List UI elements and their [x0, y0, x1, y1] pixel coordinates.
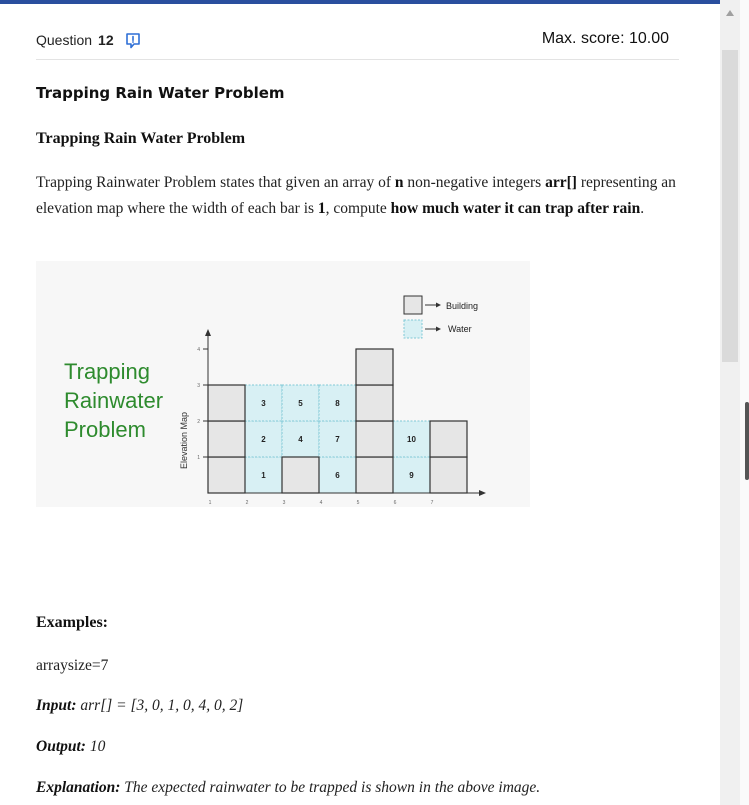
building-cell: [207, 456, 246, 494]
question-label-text: Question: [36, 32, 93, 48]
desc-text-1: Trapping Rainwater Problem states that g…: [36, 174, 395, 191]
question-title: Trapping Rain Water Problem: [36, 84, 285, 102]
problem-heading: Trapping Rain Water Problem: [36, 130, 246, 147]
legend-water-swatch: [403, 319, 423, 339]
water-cell-label: 4: [298, 435, 303, 444]
y-tick-label: 1: [197, 455, 200, 461]
building-cell: [429, 420, 468, 458]
question-label: Question 12: [36, 32, 114, 48]
scroll-up-arrow-icon[interactable]: [720, 0, 740, 28]
x-tick-label: 1: [209, 500, 212, 506]
building-cell: [355, 384, 394, 422]
water-cell-label: 2: [261, 435, 266, 444]
building-cell: [429, 456, 468, 494]
output-label: Output:: [36, 738, 86, 755]
x-axis-arrow: [479, 490, 486, 496]
desc-period: .: [640, 199, 645, 217]
example-output: Output: 10: [36, 738, 105, 756]
legend: Building Water: [403, 295, 478, 339]
question-panel: Question 12 Max. score: 10.00 Trapping Ra…: [0, 4, 720, 805]
figure-title: Trapping Rainwater Problem: [64, 359, 163, 442]
water-cell-label: 6: [335, 471, 340, 480]
water-cell-label: 3: [261, 399, 266, 408]
legend-water-arrowhead: [436, 326, 441, 332]
legend-water-label: Water: [448, 324, 472, 334]
problem-description: Trapping Rainwater Problem states that g…: [36, 170, 686, 221]
pane-splitter[interactable]: [740, 0, 749, 805]
water-cell-label: 1: [261, 471, 266, 480]
array-size: arraysize=7: [36, 657, 109, 674]
x-tick-label: 5: [357, 500, 360, 506]
vertical-scrollbar[interactable]: [720, 0, 749, 805]
question-header: Question 12 Max. score: 10.00: [36, 30, 679, 60]
splitter-handle[interactable]: [745, 402, 749, 480]
water-cell-label: 7: [335, 435, 340, 444]
desc-text-2: non-negative integers: [403, 174, 546, 191]
legend-building-arrowhead: [436, 302, 441, 308]
explanation-value: The expected rainwater to be trapped is …: [120, 779, 541, 796]
problem-figure: Trapping Rainwater Problem Elevation Map…: [36, 261, 530, 507]
y-tick-label: 3: [197, 383, 200, 389]
y-tick-label: 4: [197, 347, 200, 353]
question-number: 12: [98, 32, 114, 48]
building-cell: [355, 420, 394, 458]
y-axis-label: Elevation Map: [179, 412, 189, 469]
examples-heading: Examples:: [36, 614, 108, 631]
water-cell-label: 9: [409, 471, 414, 480]
water-cell-label: 5: [298, 399, 303, 408]
desc-text-4: , compute: [325, 199, 391, 217]
input-label: Input:: [36, 697, 77, 714]
building-cell: [207, 420, 246, 458]
desc-bold-end: how much water it can trap after rain: [390, 199, 641, 217]
bookmark-flag-icon[interactable]: [124, 32, 142, 50]
scroll-thumb[interactable]: [722, 50, 738, 362]
elevation-map-figure: Trapping Rainwater Problem Elevation Map…: [64, 295, 486, 506]
scroll-track[interactable]: [720, 28, 740, 805]
building-cell: [355, 348, 394, 386]
input-value: arr[] = [3, 0, 1, 0, 4, 0, 2]: [76, 697, 244, 714]
y-axis-arrow: [205, 329, 211, 336]
figure-title-line3: Problem: [64, 417, 146, 442]
output-value: 10: [85, 738, 106, 755]
water-cell-label: 8: [335, 399, 340, 408]
building-cell: [207, 384, 246, 422]
explanation-label: Explanation:: [36, 779, 121, 796]
desc-one: 1: [317, 199, 326, 217]
example-explanation: Explanation: The expected rainwater to b…: [36, 779, 540, 797]
x-tick-label: 2: [246, 500, 249, 506]
y-tick-label: 2: [197, 419, 200, 425]
legend-building-swatch: [403, 295, 423, 315]
legend-building-label: Building: [446, 301, 478, 311]
x-tick-label: 7: [431, 500, 434, 506]
desc-arr: arr[]: [545, 174, 577, 191]
building-cell: [281, 456, 320, 494]
x-tick-label: 4: [320, 500, 323, 506]
building-cell: [355, 456, 394, 494]
example-input: Input: arr[] = [3, 0, 1, 0, 4, 0, 2]: [36, 697, 243, 715]
water-cell-label: 10: [407, 435, 416, 444]
max-score: Max. score: 10.00: [541, 30, 669, 47]
x-tick-label: 6: [394, 500, 397, 506]
figure-title-line2: Rainwater: [64, 388, 163, 413]
figure-title-line1: Trapping: [64, 359, 150, 384]
x-tick-label: 3: [283, 500, 286, 506]
